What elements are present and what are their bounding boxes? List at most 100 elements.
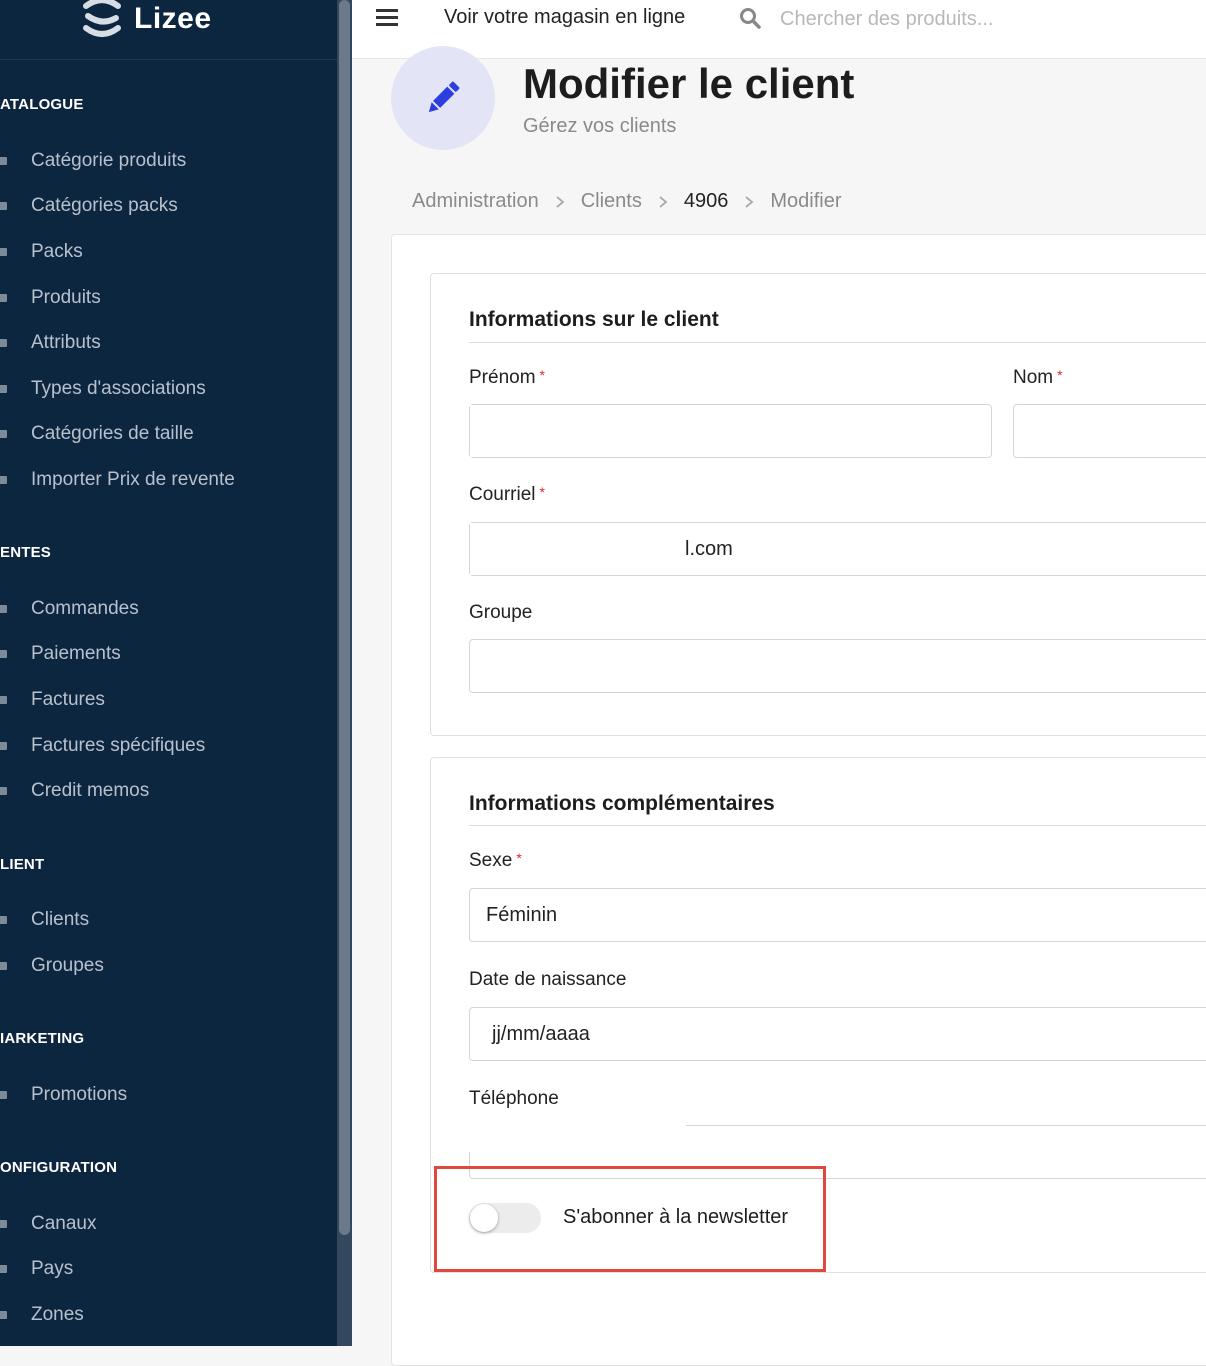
folder-icon bbox=[0, 199, 9, 213]
sidebar-item-categorie-produits[interactable]: Catégorie produits bbox=[0, 147, 186, 175]
extra-info-title: Informations complémentaires bbox=[469, 792, 775, 815]
users-icon bbox=[0, 913, 9, 927]
sidebar: Lizee ATALOGUE Catégorie produits Catégo… bbox=[0, 0, 352, 1346]
birthdate-label: Date de naissance bbox=[469, 969, 627, 990]
sidebar-item-pays[interactable]: Pays bbox=[0, 1255, 73, 1283]
section-title-configuration: ONFIGURATION bbox=[0, 1159, 118, 1176]
flag-icon bbox=[0, 1262, 9, 1276]
group-select[interactable] bbox=[469, 639, 1206, 693]
sidebar-item-label: Commandes bbox=[31, 598, 139, 619]
brand-logo[interactable]: Lizee bbox=[80, 0, 212, 58]
section-title-ventes: ENTES bbox=[0, 544, 52, 561]
sidebar-item-promotions[interactable]: Promotions bbox=[0, 1081, 127, 1109]
credit-card-icon bbox=[0, 647, 9, 661]
pencil-icon bbox=[428, 81, 460, 113]
file-icon bbox=[0, 739, 9, 753]
sidebar-divider bbox=[0, 59, 337, 60]
sidebar-item-label: Packs bbox=[31, 241, 83, 262]
search-input[interactable] bbox=[778, 2, 1182, 36]
sidebar-item-packs[interactable]: Packs bbox=[0, 238, 83, 266]
list-icon bbox=[0, 382, 9, 396]
sidebar-item-importer-prix[interactable]: Importer Prix de revente bbox=[0, 466, 235, 494]
last-name-field[interactable] bbox=[1013, 404, 1206, 458]
cart-icon bbox=[0, 1088, 9, 1102]
extra-info-divider bbox=[469, 825, 1206, 826]
breadcrumb-administration[interactable]: Administration bbox=[412, 190, 539, 213]
sidebar-item-label: Attributs bbox=[31, 332, 101, 353]
sidebar-item-groupes[interactable]: Groupes bbox=[0, 952, 104, 980]
cubes-icon bbox=[0, 473, 9, 487]
sidebar-item-clients[interactable]: Clients bbox=[0, 906, 89, 934]
highlight-annotation bbox=[434, 1166, 826, 1272]
page-header-icon bbox=[391, 46, 495, 150]
sidebar-item-paiements[interactable]: Paiements bbox=[0, 640, 121, 668]
breadcrumb-customer-id[interactable]: 4906 bbox=[684, 190, 729, 213]
inbox-icon bbox=[0, 784, 9, 798]
sidebar-item-label: Importer Prix de revente bbox=[31, 469, 235, 490]
topbar: Voir votre magasin en ligne bbox=[352, 0, 1206, 59]
cubes-icon bbox=[0, 245, 9, 259]
page-subtitle: Gérez vos clients bbox=[523, 115, 677, 137]
sidebar-item-label: Pays bbox=[31, 1258, 74, 1279]
sidebar-item-zones[interactable]: Zones bbox=[0, 1301, 84, 1329]
sidebar-item-label: Catégories de taille bbox=[31, 423, 194, 444]
folder-icon bbox=[0, 154, 9, 168]
sidebar-item-categories-packs[interactable]: Catégories packs bbox=[0, 192, 178, 220]
sidebar-item-factures[interactable]: Factures bbox=[0, 686, 105, 714]
sidebar-item-label: Clients bbox=[31, 909, 90, 930]
sidebar-scrollbar-thumb[interactable] bbox=[339, 0, 350, 1235]
required-marker: * bbox=[539, 367, 545, 383]
cogs-icon bbox=[0, 336, 9, 350]
required-marker: * bbox=[516, 850, 522, 866]
search-icon bbox=[740, 8, 761, 29]
email-label: Courriel * bbox=[469, 484, 545, 505]
birthdate-field[interactable]: jj/mm/aaaa bbox=[469, 1007, 1206, 1061]
customer-info-title: Informations sur le client bbox=[469, 308, 719, 331]
brand-name: Lizee bbox=[134, 2, 212, 35]
phone-label: Téléphone bbox=[469, 1088, 559, 1109]
gender-select[interactable]: Féminin bbox=[469, 888, 1206, 942]
sidebar-item-factures-specifiques[interactable]: Factures spécifiques bbox=[0, 732, 205, 760]
breadcrumb: Administration Clients 4906 Modifier bbox=[412, 190, 842, 213]
view-store-link[interactable]: Voir votre magasin en ligne bbox=[444, 6, 685, 29]
hamburger-menu-icon[interactable] bbox=[376, 9, 398, 29]
sidebar-item-label: Catégories packs bbox=[31, 195, 178, 216]
breadcrumb-clients[interactable]: Clients bbox=[581, 190, 642, 213]
redacted-area bbox=[468, 1124, 686, 1152]
file-icon bbox=[0, 693, 9, 707]
archive-icon bbox=[0, 959, 9, 973]
section-title-catalogue: ATALOGUE bbox=[0, 96, 84, 113]
breadcrumb-modifier: Modifier bbox=[770, 190, 842, 212]
sidebar-item-label: Canaux bbox=[31, 1213, 97, 1234]
chevron-right-icon bbox=[555, 195, 565, 208]
list-icon bbox=[0, 427, 9, 441]
sidebar-item-produits[interactable]: Produits bbox=[0, 284, 101, 312]
section-title-client: LIENT bbox=[0, 856, 45, 873]
sidebar-item-commandes[interactable]: Commandes bbox=[0, 595, 139, 623]
sidebar-item-types-associations[interactable]: Types d'associations bbox=[0, 375, 206, 403]
sidebar-item-categories-taille[interactable]: Catégories de taille bbox=[0, 420, 194, 448]
chevron-right-icon bbox=[744, 195, 754, 208]
sidebar-item-label: Paiements bbox=[31, 643, 121, 664]
sidebar-scrollbar[interactable] bbox=[337, 0, 352, 1346]
globe-icon bbox=[0, 1308, 9, 1322]
share-icon bbox=[0, 1217, 9, 1231]
required-marker: * bbox=[1057, 367, 1063, 383]
redacted-area bbox=[470, 523, 685, 575]
customer-info-divider bbox=[469, 342, 1206, 343]
sidebar-item-credit-memos[interactable]: Credit memos bbox=[0, 777, 149, 805]
sidebar-item-label: Types d'associations bbox=[31, 378, 206, 399]
first-name-label: Prénom * bbox=[469, 367, 545, 388]
sidebar-item-canaux[interactable]: Canaux bbox=[0, 1210, 97, 1238]
cart-icon bbox=[0, 602, 9, 616]
sidebar-item-label: Credit memos bbox=[31, 780, 150, 801]
sidebar-item-label: Factures spécifiques bbox=[31, 735, 206, 756]
gender-label: Sexe * bbox=[469, 850, 522, 871]
sidebar-item-label: Promotions bbox=[31, 1084, 128, 1105]
redacted-area bbox=[470, 405, 685, 457]
last-name-label: Nom * bbox=[1013, 367, 1063, 388]
sidebar-item-label: Factures bbox=[31, 689, 105, 710]
sidebar-item-attributs[interactable]: Attributs bbox=[0, 329, 101, 357]
sidebar-item-label: Groupes bbox=[31, 955, 104, 976]
chevron-right-icon bbox=[658, 195, 668, 208]
